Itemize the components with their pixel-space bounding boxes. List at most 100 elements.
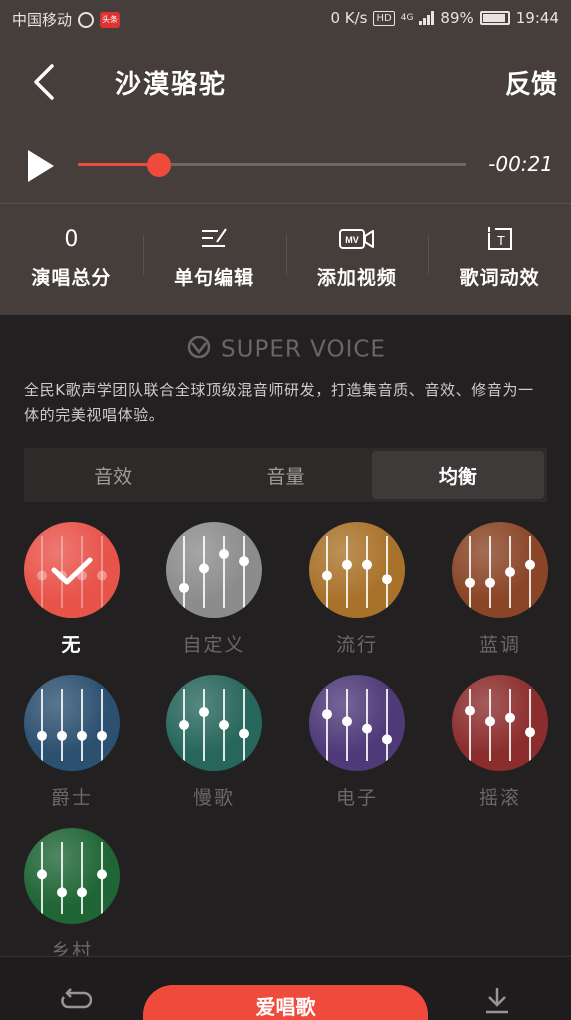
eq-band-knob (382, 734, 392, 745)
eq-preset-disc (24, 828, 120, 924)
eq-preset[interactable]: 乡村 (22, 828, 122, 963)
tool-score[interactable]: 0 演唱总分 (0, 223, 143, 303)
eq-preset-label: 无 (61, 634, 83, 656)
eq-band-knob (57, 887, 67, 898)
feedback-button[interactable]: 反馈 (505, 64, 557, 101)
eq-sliders-icon (37, 689, 107, 761)
tool-label: 演唱总分 (31, 267, 112, 289)
eq-band-knob (37, 730, 47, 741)
song-title: 沙漠骆驼 (115, 70, 228, 100)
eq-sliders-icon (179, 689, 249, 761)
super-voice-text: SUPER VOICE (221, 336, 386, 363)
player: -00:21 (0, 138, 571, 198)
eq-preset[interactable]: 无 (22, 522, 122, 657)
carrier-label: 中国移动 (12, 11, 73, 29)
svg-text:T: T (497, 233, 505, 248)
eq-preset-label: 摇滚 (478, 787, 521, 809)
eq-band-knob (485, 577, 495, 588)
lyrics-effect-icon: T (487, 227, 512, 250)
super-voice-description: 全民K歌声学团队联合全球顶级混音师研发，打造集音质、音效、修音为一体的完美视唱体… (24, 381, 534, 424)
edit-icon (202, 228, 227, 247)
header-divider (0, 203, 571, 204)
tool-lyrics-effect[interactable]: T 歌词动效 (428, 223, 571, 303)
eq-band-knob (322, 570, 332, 581)
tool-row: 0 演唱总分 单句编辑 MV 添加视频 T 歌词动效 (0, 223, 571, 303)
eq-preset-disc (24, 522, 120, 618)
back-button[interactable] (28, 60, 62, 104)
eq-band-knob (362, 723, 372, 734)
eq-band-knob (362, 559, 372, 570)
eq-band-knob (179, 582, 189, 593)
hd-icon: HD (373, 10, 395, 26)
eq-band-knob (37, 570, 47, 581)
tab-equalizer[interactable]: 均衡 (371, 451, 544, 499)
eq-band-knob (505, 712, 515, 723)
eq-preset-disc (24, 675, 120, 771)
eq-preset[interactable]: 蓝调 (450, 522, 550, 657)
eq-band-knob (525, 559, 535, 570)
clock: 19:44 (515, 9, 559, 27)
video-icon: MV (338, 229, 374, 249)
eq-band-knob (465, 705, 475, 716)
svg-text:MV: MV (345, 235, 359, 245)
eq-sliders-icon (179, 536, 249, 608)
bottom-bar: 爱唱歌 (0, 956, 571, 1020)
eq-band-knob (219, 549, 229, 559)
status-bar: 中国移动 头条 0 K/s HD 4G 89% 19:44 (0, 0, 571, 38)
tool-label: 添加视频 (316, 267, 397, 289)
eq-sliders-icon (322, 689, 392, 761)
main-action-button[interactable]: 爱唱歌 (143, 985, 428, 1020)
eq-band-knob (239, 728, 249, 739)
play-button[interactable] (28, 150, 54, 182)
eq-preset-disc (309, 522, 405, 618)
battery-percent: 89% (440, 9, 474, 27)
eq-preset-label: 爵士 (50, 787, 93, 809)
eq-preset[interactable]: 慢歌 (164, 675, 264, 810)
header: 沙漠骆驼 反馈 -00:21 0 演唱总分 单句编辑 MV 添加视频 T 歌词动… (0, 38, 571, 315)
eq-sliders-icon (37, 842, 107, 914)
eq-band-knob (485, 716, 495, 727)
eq-preset[interactable]: 摇滚 (450, 675, 550, 810)
tab-sound-effect[interactable]: 音效 (27, 451, 199, 499)
eq-band-knob (525, 727, 535, 738)
eq-sliders-icon (37, 536, 107, 608)
eq-preset-disc (452, 675, 548, 771)
eq-preset-disc (166, 675, 262, 771)
eq-band-knob (382, 574, 392, 585)
eq-band-knob (239, 556, 249, 567)
eq-preset-label: 流行 (335, 634, 378, 656)
network-type: 4G (400, 13, 414, 23)
eq-sliders-icon (465, 689, 535, 761)
eq-preset-label: 自定义 (182, 634, 246, 656)
eq-preset[interactable]: 自定义 (164, 522, 264, 657)
back-arrow-icon (34, 64, 54, 100)
eq-sliders-icon (465, 536, 535, 608)
eq-band-knob (37, 869, 47, 880)
eq-band-knob (342, 716, 352, 727)
eq-band-knob (505, 567, 515, 577)
super-voice-logo: SUPER VOICE (0, 335, 571, 364)
progress-thumb[interactable] (147, 153, 172, 177)
eq-preset[interactable]: 流行 (307, 522, 407, 657)
download-button[interactable] (483, 985, 511, 1015)
eq-band-knob (465, 577, 475, 588)
eq-band-knob (322, 709, 332, 720)
tool-edit[interactable]: 单句编辑 (142, 223, 286, 303)
eq-preset-label: 电子 (335, 787, 378, 809)
eq-band-knob (199, 707, 209, 718)
eq-preset[interactable]: 爵士 (22, 675, 122, 810)
super-voice-logo-icon (187, 335, 211, 359)
eq-band-knob (97, 730, 107, 741)
eq-band-knob (77, 887, 87, 898)
eq-preset[interactable]: 电子 (307, 675, 407, 810)
eq-preset-disc (166, 522, 262, 618)
tool-label: 单句编辑 (174, 267, 255, 289)
progress-track[interactable] (78, 163, 466, 166)
net-speed: 0 K/s (330, 9, 368, 27)
eq-band-knob (219, 720, 229, 730)
replay-button[interactable] (60, 987, 93, 1013)
play-icon (28, 150, 54, 182)
eq-preset-label: 慢歌 (192, 787, 235, 809)
tab-volume[interactable]: 音量 (199, 451, 371, 499)
tool-video[interactable]: MV 添加视频 (285, 223, 429, 303)
